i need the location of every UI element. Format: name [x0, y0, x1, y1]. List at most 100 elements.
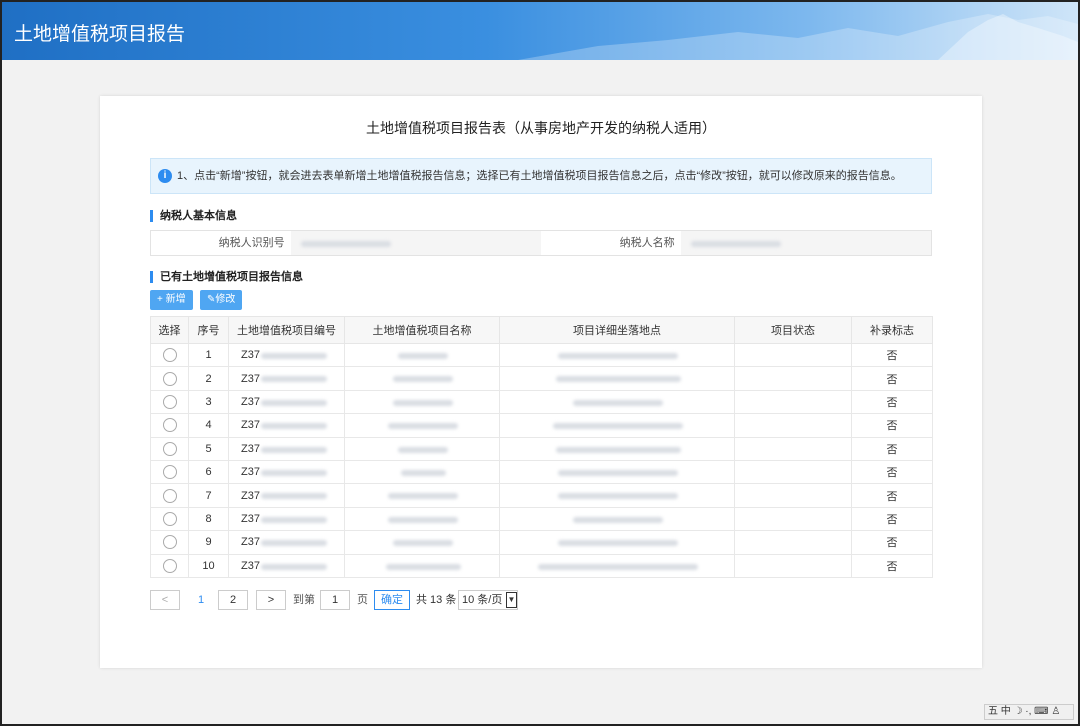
taxpayer-id-value — [290, 231, 541, 255]
table-row[interactable]: 2 Z37 否 — [150, 366, 933, 391]
supplement-flag: 否 — [851, 342, 933, 368]
project-name — [344, 483, 500, 508]
table-row[interactable]: 8 Z37 否 — [150, 506, 933, 532]
next-page-button[interactable]: > — [256, 590, 286, 610]
select-cell[interactable] — [150, 506, 189, 532]
page-2-button[interactable]: 2 — [218, 590, 248, 610]
column-header: 选择 — [150, 316, 189, 344]
table-row[interactable]: 4 Z37 否 — [150, 413, 933, 438]
project-name — [344, 436, 500, 461]
row-number: 1 — [188, 342, 229, 368]
project-address — [499, 483, 735, 508]
row-radio[interactable] — [162, 488, 177, 503]
projects-section-title: 已有土地增值税项目报告信息 — [150, 271, 303, 283]
prev-page-button[interactable]: < — [150, 590, 180, 610]
column-header: 项目详细坐落地点 — [499, 316, 735, 344]
supplement-flag: 否 — [851, 366, 933, 391]
select-cell[interactable] — [150, 459, 189, 485]
table-row[interactable]: 7 Z37 否 — [150, 483, 933, 508]
select-cell[interactable] — [150, 366, 189, 391]
project-name — [344, 366, 500, 391]
notice-text: 1、点击“新增”按钮，就会进去表单新增土地增值税报告信息；选择已有土地增值税项目… — [177, 170, 902, 182]
row-number: 9 — [188, 530, 229, 555]
row-radio[interactable] — [162, 441, 177, 456]
ime-indicator: 五 中 ☽ ·, ⌨ ♙ — [988, 706, 1061, 717]
select-cell[interactable] — [150, 389, 189, 415]
column-header: 项目状态 — [734, 316, 852, 344]
page-size-select[interactable]: 10 条/页 ▼ — [458, 590, 518, 610]
project-address — [499, 342, 735, 368]
select-cell[interactable] — [150, 553, 189, 578]
table-row[interactable]: 6 Z37 否 — [150, 459, 933, 485]
project-status — [734, 530, 852, 555]
project-address — [499, 530, 735, 555]
supplement-flag: 否 — [851, 553, 933, 578]
row-radio[interactable] — [162, 348, 177, 363]
select-cell[interactable] — [150, 530, 189, 555]
project-name — [344, 342, 500, 368]
confirm-button[interactable]: 确定 — [374, 590, 410, 610]
taxpayer-section-title: 纳税人基本信息 — [150, 210, 237, 222]
total-count: 共 13 条 — [416, 594, 457, 606]
project-name — [344, 530, 500, 555]
projects-table: 选择 序号 土地增值税项目编号 土地增值税项目名称 项目详细坐落地点 项目状态 … — [150, 316, 933, 578]
row-radio[interactable] — [162, 511, 177, 526]
table-row[interactable]: 1 Z37 否 — [150, 342, 933, 368]
row-number: 6 — [188, 459, 229, 485]
row-number: 5 — [188, 436, 229, 461]
project-code: Z37 — [228, 553, 345, 578]
table-row[interactable]: 10 Z37 否 — [150, 553, 933, 578]
column-header: 土地增值税项目名称 — [344, 316, 500, 344]
row-number: 4 — [188, 413, 229, 438]
project-address — [499, 413, 735, 438]
project-status — [734, 436, 852, 461]
supplement-flag: 否 — [851, 459, 933, 485]
table-row[interactable]: 9 Z37 否 — [150, 530, 933, 555]
app-title: 土地增值税项目报告 — [14, 24, 186, 45]
row-radio[interactable] — [162, 558, 177, 573]
project-name — [344, 553, 500, 578]
row-radio[interactable] — [162, 535, 177, 550]
goto-page-input[interactable]: 1 — [320, 590, 350, 610]
row-number: 3 — [188, 389, 229, 415]
project-name — [344, 506, 500, 532]
project-name — [344, 389, 500, 415]
column-header: 土地增值税项目编号 — [228, 316, 345, 344]
project-address — [499, 436, 735, 461]
taxpayer-id-label: 纳税人识别号 — [218, 237, 285, 249]
project-status — [734, 483, 852, 508]
project-address — [499, 459, 735, 485]
goto-label: 到第 — [293, 594, 315, 606]
info-icon: i — [158, 169, 172, 183]
project-address — [499, 366, 735, 391]
project-status — [734, 342, 852, 368]
taxpayer-name-label: 纳税人名称 — [619, 237, 675, 249]
app-header: 土地增值税项目报告 — [2, 2, 1078, 60]
select-cell[interactable] — [150, 436, 189, 461]
table-row[interactable]: 5 Z37 否 — [150, 436, 933, 461]
project-code: Z37 — [228, 342, 345, 368]
row-radio[interactable] — [162, 394, 177, 409]
supplement-flag: 否 — [851, 389, 933, 415]
table-row[interactable]: 3 Z37 否 — [150, 389, 933, 415]
select-cell[interactable] — [150, 413, 189, 438]
project-address — [499, 553, 735, 578]
add-button[interactable]: + 新增 — [150, 290, 193, 310]
edit-button[interactable]: ✎修改 — [200, 290, 243, 310]
select-cell[interactable] — [150, 483, 189, 508]
report-card: 土地增值税项目报告表（从事房地产开发的纳税人适用） i 1、点击“新增”按钮，就… — [100, 96, 982, 668]
project-address — [499, 506, 735, 532]
page-1-link[interactable]: 1 — [198, 590, 204, 610]
column-header: 补录标志 — [851, 316, 933, 344]
project-code: Z37 — [228, 506, 345, 532]
row-radio[interactable] — [162, 371, 177, 386]
great-wall-decoration — [518, 14, 1078, 60]
select-cell[interactable] — [150, 342, 189, 368]
project-status — [734, 459, 852, 485]
supplement-flag: 否 — [851, 530, 933, 555]
supplement-flag: 否 — [851, 506, 933, 532]
ime-status-bar[interactable]: 五 中 ☽ ·, ⌨ ♙ — [984, 704, 1074, 720]
row-radio[interactable] — [162, 465, 177, 480]
project-code: Z37 — [228, 436, 345, 461]
row-radio[interactable] — [162, 418, 177, 433]
